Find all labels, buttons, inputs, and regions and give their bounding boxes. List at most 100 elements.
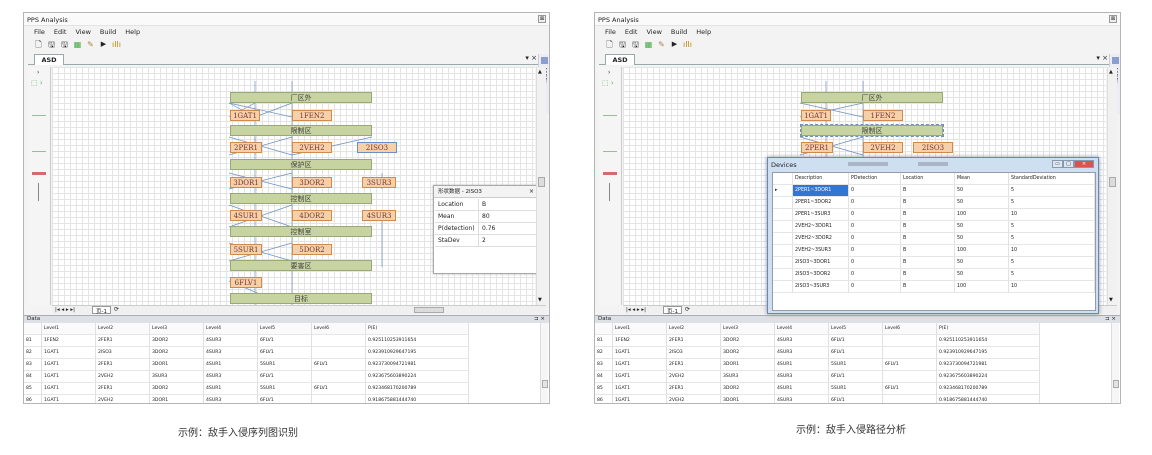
green-line-shape-2[interactable] (32, 151, 46, 152)
chevron-right-icon[interactable]: › (608, 69, 610, 76)
table-row[interactable]: 82 1GAT1 2ISO3 3DOR2 4SUR3 6FLV1 0.92391092964… (595, 347, 1040, 359)
table-row[interactable]: 2ISO3~3DOR1 0 B 50 5 (773, 257, 1095, 269)
chart-icon[interactable]: ıllı (683, 40, 692, 49)
column-header[interactable]: P(E) (366, 323, 469, 335)
column-header[interactable]: Level3 (721, 323, 775, 335)
menu-view[interactable]: View (646, 28, 661, 36)
band-restricted-area[interactable]: 限制区 (800, 124, 944, 137)
run-icon[interactable]: ▶ (99, 40, 108, 49)
menu-build[interactable]: Build (100, 28, 116, 36)
band-restricted-area[interactable]: 限制区 (230, 125, 372, 136)
column-header[interactable]: Level3 (150, 323, 204, 335)
box-2per1[interactable]: 2PER1 (801, 142, 833, 153)
data-panel-controls[interactable]: ⊐ × (1105, 316, 1116, 322)
band-protected-area[interactable]: 保护区 (230, 159, 372, 170)
column-header[interactable]: Level5 (258, 323, 312, 335)
column-header[interactable]: Description (793, 173, 849, 185)
tab-controls[interactable]: ▾ × (525, 54, 537, 62)
save-all-icon[interactable]: 🖫 (60, 40, 69, 49)
data-grid[interactable]: Level1 Level2 Level3 Level4 Level5 Level6 P(E)… (24, 323, 549, 403)
band-outside-plant[interactable]: 厂区外 (801, 92, 943, 103)
table-row[interactable]: 2ISO3~3SUR3 0 B 100 10 (773, 281, 1095, 293)
horizontal-scrollbar[interactable] (314, 307, 549, 313)
box-5sur1[interactable]: 5SUR1 (230, 244, 262, 255)
data-grid[interactable]: Level1 Level2 Level3 Level4 Level5 Level6 P(E)… (595, 323, 1120, 403)
box-1fen2[interactable]: 1FEN2 (863, 110, 903, 121)
page-nav-arrows[interactable]: |◂ ◂ ▸ ▸| (55, 307, 75, 313)
diagram-canvas[interactable]: 厂区外 1GAT1 1FEN2 限制区 2PER1 2VEH2 2ISO3 保护… (52, 67, 539, 305)
tab-controls[interactable]: ▾ × (1096, 54, 1108, 62)
settings-icon[interactable]: ✎ (86, 40, 95, 49)
box-1gat1[interactable]: 1GAT1 (801, 110, 831, 121)
tab-asd[interactable]: ASD (605, 54, 635, 65)
menu-help[interactable]: Help (696, 28, 711, 36)
box-1fen2[interactable]: 1FEN2 (292, 110, 332, 121)
menu-edit[interactable]: Edit (54, 28, 67, 36)
band-control-area[interactable]: 控制区 (230, 193, 372, 204)
tab-asd[interactable]: ASD (34, 54, 64, 65)
menu-build[interactable]: Build (671, 28, 687, 36)
column-header[interactable]: Level5 (829, 323, 883, 335)
new-icon[interactable]: 🗋 (34, 40, 43, 49)
save-icon[interactable]: 🖫 (618, 40, 627, 49)
column-header[interactable]: Level4 (204, 323, 258, 335)
page-nav-arrows[interactable]: |◂ ◂ ▸ ▸| (626, 307, 646, 313)
scroll-up-icon[interactable]: ▲ (538, 69, 542, 75)
shapes-icon[interactable]: ⬚ › (31, 79, 47, 89)
page-tab[interactable]: 页-1 (663, 306, 682, 315)
window-close-icon[interactable]: ⊠ (1109, 15, 1117, 23)
run-icon[interactable]: ▶ (670, 40, 679, 49)
window-close-icon[interactable]: ⊠ (538, 15, 546, 23)
band-vital-area[interactable]: 要害区 (230, 260, 372, 271)
column-header[interactable]: PDetection (849, 173, 901, 185)
table-row[interactable]: 85 1GAT1 2FER1 3DOR2 4SUR1 5SUR1 6FLV1 0.923468… (24, 383, 469, 395)
popup-value[interactable]: 80 (482, 211, 490, 223)
chevron-right-icon[interactable]: › (37, 69, 39, 76)
scroll-thumb[interactable] (414, 307, 444, 313)
table-row[interactable]: 81 1FEN2 2FER1 3DOR2 4SUR3 6FLV1 0.92511025391… (24, 335, 469, 347)
red-bar-shape[interactable] (32, 172, 46, 175)
table-row[interactable]: 85 1GAT1 2FER1 3DOR2 4SUR1 5SUR1 6FLV1 0.923468… (595, 383, 1040, 395)
column-header[interactable]: Location (901, 173, 955, 185)
box-4sur1[interactable]: 4SUR1 (230, 210, 262, 221)
canvas-vertical-scrollbar[interactable]: ▲ ▼ (536, 67, 546, 305)
menu-edit[interactable]: Edit (625, 28, 638, 36)
green-line-shape[interactable] (32, 115, 46, 127)
shapes-icon[interactable]: ⬚ › (602, 79, 618, 89)
devices-grid[interactable]: Description PDetection Location Mean Standar… (772, 172, 1096, 311)
box-5dor2[interactable]: 5DOR2 (292, 244, 332, 255)
box-2per1[interactable]: 2PER1 (230, 142, 262, 153)
popup-value[interactable]: 2 (482, 235, 486, 247)
table-row[interactable]: 83 1GAT1 2FER1 3DOR1 4SUR1 5SUR1 6FLV1 0.923730… (595, 359, 1040, 371)
band-target[interactable]: 目标 (230, 293, 372, 304)
column-header[interactable]: Level6 (883, 323, 937, 335)
box-3dor2[interactable]: 3DOR2 (292, 177, 332, 188)
scroll-thumb[interactable] (1113, 380, 1119, 388)
box-4dor2[interactable]: 4DOR2 (292, 210, 332, 221)
table-row[interactable]: 83 1GAT1 2FER1 3DOR1 4SUR1 5SUR1 6FLV1 0.923730… (24, 359, 469, 371)
data-panel-controls[interactable]: ⊐ × (534, 316, 545, 322)
save-icon[interactable]: 🖫 (47, 40, 56, 49)
table-row[interactable]: 2ISO3~3DOR2 0 B 50 5 (773, 269, 1095, 281)
popup-value[interactable]: 0.76 (482, 223, 495, 235)
table-row[interactable]: 84 1GAT1 2VEH2 3SUR3 4SUR3 6FLV1 0.92367560389… (595, 371, 1040, 383)
add-page-icon[interactable]: ⟳ (114, 306, 119, 313)
canvas-vertical-scrollbar[interactable]: ▲ ▼ (1107, 67, 1117, 305)
close-icon[interactable]: × (1074, 160, 1094, 168)
table-row[interactable]: 2VEH2~3SUR3 0 B 100 10 (773, 245, 1095, 257)
box-2veh2[interactable]: 2VEH2 (292, 142, 332, 153)
band-control-room[interactable]: 控制室 (230, 226, 372, 237)
scroll-down-icon[interactable]: ▼ (1109, 297, 1113, 303)
page-tab[interactable]: 页-1 (92, 306, 111, 315)
grid-vertical-scrollbar[interactable] (540, 323, 548, 403)
table-row[interactable]: 86 1GAT1 2VEH2 3DOR1 4SUR3 6FLV1 0.91867588144… (595, 395, 1040, 403)
add-page-icon[interactable]: ⟳ (685, 306, 690, 313)
table-row[interactable]: 2VEH2~3DOR2 0 B 50 5 (773, 233, 1095, 245)
green-line-shape[interactable] (603, 115, 617, 127)
menu-view[interactable]: View (75, 28, 90, 36)
popup-value[interactable]: B (482, 199, 486, 211)
box-3dor1[interactable]: 3DOR1 (230, 177, 262, 188)
vertical-line-shape[interactable] (38, 183, 39, 201)
grid-icon[interactable]: ▦ (644, 40, 653, 49)
box-1gat1[interactable]: 1GAT1 (230, 110, 260, 121)
